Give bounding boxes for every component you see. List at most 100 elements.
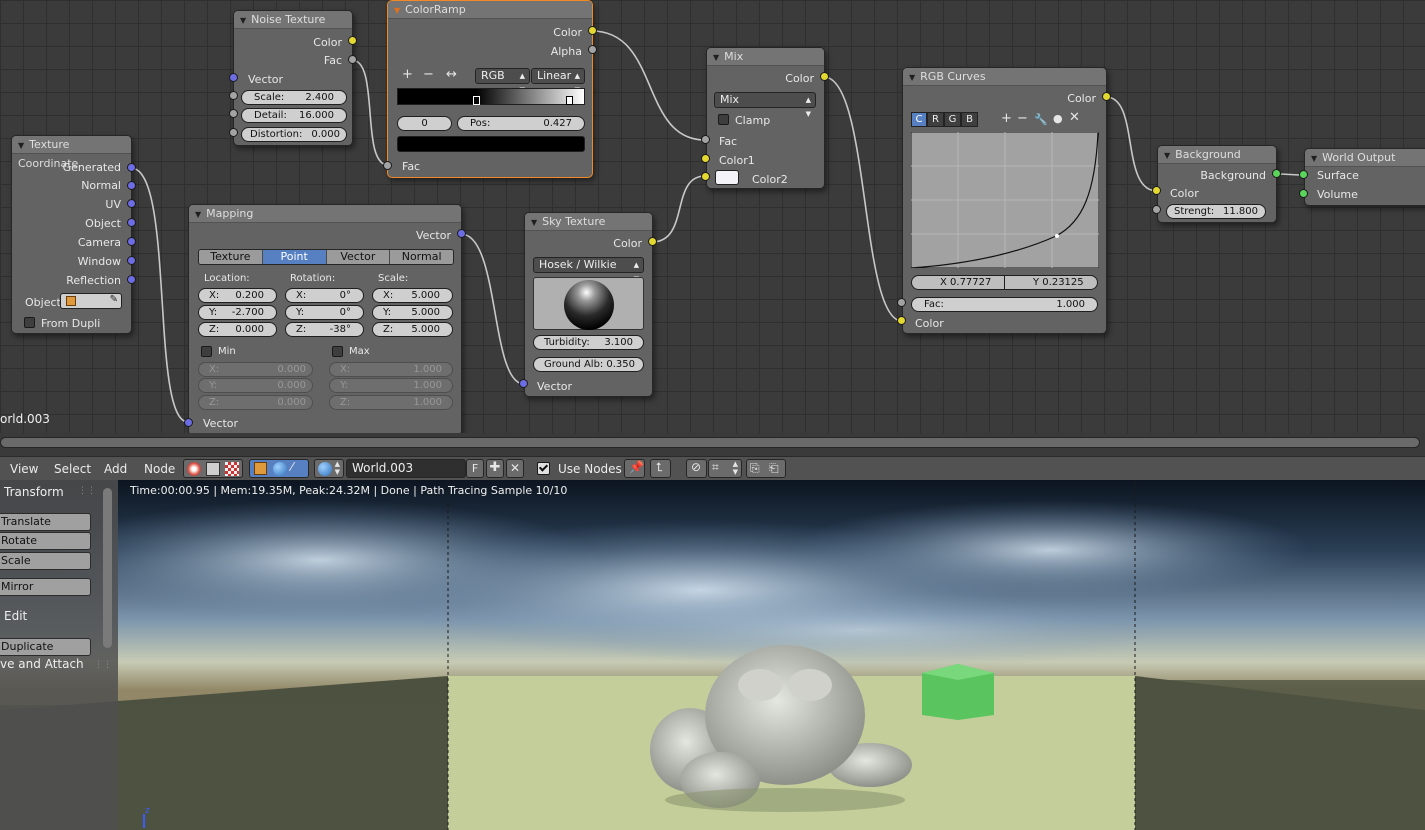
background-strength-socket[interactable]: [1152, 205, 1161, 214]
scale-y-field[interactable]: Y: 5.000: [372, 305, 453, 320]
scale-x-field[interactable]: X: 5.000: [372, 288, 453, 303]
tab-normal[interactable]: Normal: [390, 250, 453, 264]
node-header[interactable]: ▼ Mix: [707, 48, 824, 66]
render-viewport[interactable]: z: [0, 480, 1425, 830]
node-header[interactable]: ▼ Noise Texture: [234, 11, 352, 29]
world-name-field[interactable]: World.003: [346, 459, 466, 478]
ramp-alpha-socket[interactable]: [588, 45, 597, 54]
distortion-field[interactable]: Distortion: 0.000: [241, 127, 347, 142]
mirror-button[interactable]: Mirror: [0, 578, 91, 596]
delete-point-icon[interactable]: ✕: [1069, 110, 1080, 125]
mix-color2-socket[interactable]: [701, 172, 710, 181]
snap-element-select[interactable]: ⌗ ▲ ▼: [708, 459, 742, 478]
pos-field[interactable]: Pos: 0.427: [457, 116, 585, 131]
rotation-z-field[interactable]: Z: -38°: [285, 322, 364, 337]
scale-button[interactable]: Scale: [0, 552, 91, 570]
node-header[interactable]: ▼ ColorRamp: [388, 1, 592, 19]
background-out-socket[interactable]: [1272, 169, 1281, 178]
window-socket[interactable]: [127, 256, 136, 265]
mapping-vector-in-socket[interactable]: [184, 418, 193, 427]
blend-type-select[interactable]: Mix ▲ ▼: [714, 92, 816, 118]
stop-color-swatch[interactable]: [397, 136, 585, 152]
active-stop-field[interactable]: 0: [397, 116, 452, 131]
channel-c[interactable]: C: [911, 112, 927, 127]
object-picker[interactable]: ✎: [60, 293, 122, 309]
shader-linestyle-icon[interactable]: [225, 462, 239, 476]
scale-field[interactable]: Scale: 2.400: [241, 90, 347, 105]
mapping-node[interactable]: ▼ Mapping Vector Texture Point Vector Nor…: [188, 204, 462, 436]
location-y-field[interactable]: Y: -2.700: [198, 305, 277, 320]
menu-select[interactable]: Select: [54, 462, 91, 476]
tab-point[interactable]: Point: [262, 250, 327, 264]
noise-color-socket[interactable]: [348, 36, 357, 45]
unlink-world-button[interactable]: ✕: [506, 459, 524, 478]
menu-node[interactable]: Node: [144, 462, 175, 476]
translate-button[interactable]: Translate: [0, 513, 91, 531]
detail-field[interactable]: Detail: 16.000: [241, 108, 347, 123]
shader-object-icon[interactable]: [187, 462, 201, 476]
menu-view[interactable]: View: [10, 462, 38, 476]
drag-handle-icon[interactable]: ⋮⋮: [94, 660, 112, 670]
channel-r[interactable]: R: [927, 112, 944, 127]
clamp-checkbox[interactable]: [718, 114, 729, 125]
noise-fac-socket[interactable]: [348, 55, 357, 64]
ramp-fac-socket[interactable]: [383, 161, 392, 170]
rotation-y-field[interactable]: Y: 0°: [285, 305, 364, 320]
brush-icon[interactable]: ⁄: [291, 460, 293, 474]
tool-shelf-scrollbar[interactable]: [103, 488, 112, 648]
reset-point-icon[interactable]: ●: [1053, 112, 1063, 125]
world-output-node[interactable]: ▼ World Output Surface Volume: [1304, 148, 1425, 206]
new-world-button[interactable]: ✚: [486, 459, 504, 478]
sky-model-select[interactable]: Hosek / Wilkie▲▼: [533, 257, 644, 283]
add-stop-button[interactable]: +: [402, 67, 413, 82]
colorramp-node[interactable]: ▼ColorRamp Color Alpha + − ↔ RGB▲▼ Linea…: [387, 0, 593, 178]
drag-handle-icon[interactable]: ⋮⋮: [78, 486, 96, 496]
scale-z-field[interactable]: Z: 5.000: [372, 322, 453, 337]
fac-field[interactable]: Fac: 1.000: [911, 297, 1098, 312]
transform-panel-header[interactable]: Transform: [4, 485, 64, 499]
mix-node[interactable]: ▼ Mix Color Mix ▲ ▼ Clamp Fac Color1 Color2: [706, 47, 825, 189]
mix-color1-socket[interactable]: [701, 154, 710, 163]
node-header[interactable]: ▼ World Output: [1305, 149, 1425, 167]
strength-field[interactable]: Strengt: 11.800: [1166, 204, 1266, 219]
mix-color-out-socket[interactable]: [820, 72, 829, 81]
turbidity-field[interactable]: Turbidity: 3.100: [533, 335, 644, 350]
location-x-field[interactable]: X: 0.200: [198, 288, 277, 303]
rotation-x-field[interactable]: X: 0°: [285, 288, 364, 303]
camera-socket[interactable]: [127, 237, 136, 246]
sky-vector-socket[interactable]: [519, 379, 528, 388]
edit-panel-header[interactable]: Edit: [4, 609, 27, 623]
duplicate-button[interactable]: Duplicate: [0, 638, 91, 656]
ground-albedo-field[interactable]: Ground Alb: 0.350: [533, 357, 644, 372]
background-color-socket[interactable]: [1152, 186, 1161, 195]
curve-y-field[interactable]: Y 0.23125: [1004, 275, 1098, 290]
node-header[interactable]: ▼ Sky Texture: [525, 213, 652, 231]
mix-fac-socket[interactable]: [701, 135, 710, 144]
color-ramp-bar[interactable]: [397, 88, 585, 105]
copy-icon[interactable]: ⎘: [750, 461, 760, 476]
curve-x-field[interactable]: X 0.77727: [911, 275, 1005, 290]
snap-toggle-button[interactable]: ⊘: [686, 459, 707, 478]
flip-ramp-button[interactable]: ↔: [446, 67, 457, 82]
node-header[interactable]: ▼ Texture Coordinate: [12, 136, 131, 170]
rotate-button[interactable]: Rotate: [0, 532, 91, 550]
shader-world-icon[interactable]: [206, 462, 220, 476]
ramp-color-socket[interactable]: [588, 26, 597, 35]
tab-texture[interactable]: Texture: [199, 250, 263, 264]
horizontal-scrollbar[interactable]: [0, 433, 1425, 453]
curves-color-out-socket[interactable]: [1102, 92, 1111, 101]
wrench-icon[interactable]: 🔧: [1034, 113, 1048, 126]
object-cube-icon[interactable]: [254, 462, 267, 475]
zoom-in-icon[interactable]: +: [1001, 111, 1012, 126]
curve-graph[interactable]: [911, 132, 1099, 268]
noise-scale-socket[interactable]: [229, 91, 238, 100]
mapping-vector-out-socket[interactable]: [457, 229, 466, 238]
uv-socket[interactable]: [127, 199, 136, 208]
generated-socket[interactable]: [127, 163, 136, 172]
world-browse-button[interactable]: ▲ ▼: [314, 459, 344, 478]
remove-stop-button[interactable]: −: [423, 67, 434, 82]
from-dupli-checkbox[interactable]: [24, 317, 35, 328]
node-header[interactable]: ▼ RGB Curves: [903, 68, 1106, 86]
channel-g[interactable]: G: [944, 112, 961, 127]
color-mode-select[interactable]: RGB▲▼: [475, 68, 530, 94]
